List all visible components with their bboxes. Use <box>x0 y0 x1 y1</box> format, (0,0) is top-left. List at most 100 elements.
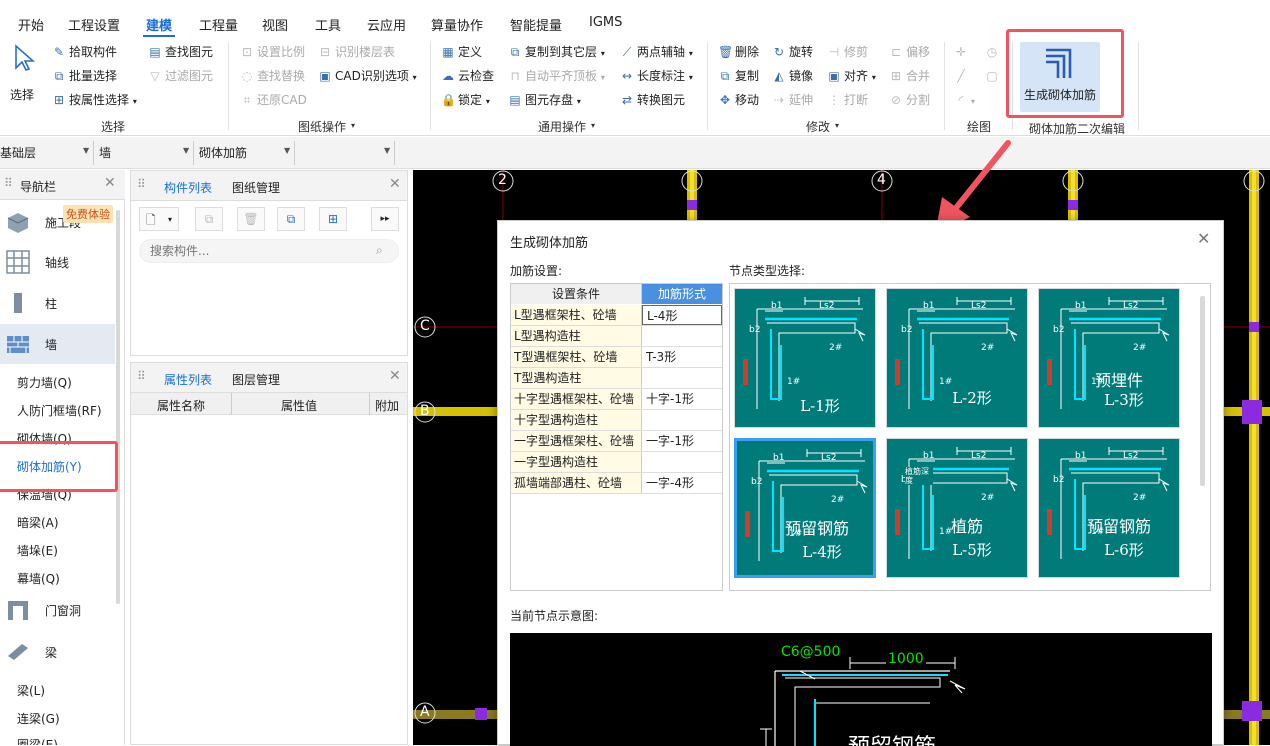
align-button[interactable]: ▣ 对齐 ▾ <box>827 68 876 86</box>
define-button[interactable]: ▦ 定义 <box>441 44 482 60</box>
menu-tools[interactable]: 工具 <box>315 15 341 34</box>
delete-button[interactable]: 🗑 删除 <box>718 44 759 60</box>
nav-item-wall-pier[interactable]: 墙垛(E) <box>17 542 58 559</box>
gallery-scrollbar[interactable] <box>1200 296 1205 486</box>
subtype-dropdown-icon[interactable]: ▼ <box>284 146 290 155</box>
select-tool-button[interactable]: 选择 <box>6 42 40 102</box>
recognize-floors-button[interactable]: ⊟ 识别楼层表 <box>318 44 395 60</box>
merge-button[interactable]: ⊞ 合并 <box>889 68 930 84</box>
nav-item-ring-beam[interactable]: 圈梁(E) <box>17 736 58 745</box>
cad-options-button[interactable]: ▣ CAD识别选项 ▾ <box>318 68 416 86</box>
menu-igms[interactable]: IGMS <box>589 15 622 30</box>
node-type-card[interactable]: b1 Ls2 b2 2# 1# L-2形 <box>886 288 1028 428</box>
extra-dropdown-icon[interactable]: ▼ <box>384 146 390 155</box>
row-rebar-form[interactable] <box>642 326 722 346</box>
menu-view[interactable]: 视图 <box>262 15 288 34</box>
nav-item-hidden-beam[interactable]: 暗梁(A) <box>17 514 59 531</box>
node-type-card[interactable]: b1Ls2b22#1#植筋深度植筋L-5形 <box>886 438 1028 578</box>
node-type-card[interactable]: b1 Ls2 b2 2# 1# 预埋件 L-3形 <box>1038 288 1180 428</box>
batch-select-button[interactable]: ⧉ 批量选择 <box>52 68 117 84</box>
menu-start[interactable]: 开始 <box>18 15 44 34</box>
menu-project-settings[interactable]: 工程设置 <box>68 15 120 34</box>
settings-table-row[interactable]: 孤墙端部遇柱、砼墙 一字-4形 <box>511 473 722 494</box>
copy-to-layer-button[interactable]: ⧉ 复制到其它层 ▾ <box>508 44 605 62</box>
menu-quantity[interactable]: 工程量 <box>199 15 238 34</box>
nav-item-curtain-wall[interactable]: 幕墙(Q) <box>17 570 60 587</box>
nav-category-axis[interactable]: 轴线 <box>0 242 115 282</box>
node-type-card[interactable]: b1 Ls2 b2 2# 1# 预留钢筋 L-4形 <box>734 438 876 578</box>
menu-smart[interactable]: 智能提量 <box>510 15 562 34</box>
nav-item-beam[interactable]: 梁(L) <box>17 682 45 699</box>
draw-point-button[interactable]: ✛ <box>954 44 971 60</box>
length-dim-button[interactable]: ↔ 长度标注 ▾ <box>620 68 693 86</box>
free-trial-badge[interactable]: 免费体验 <box>63 205 113 223</box>
copy-component-button[interactable]: ⧉ <box>195 207 223 231</box>
floor-select[interactable]: 基础层 <box>0 144 36 161</box>
node-type-card[interactable]: b1 Ls2 b2 2# 1# L-1形 <box>734 288 876 428</box>
nav-close-icon[interactable]: ✕ <box>104 175 116 191</box>
tab-component-list[interactable]: 构件列表 <box>164 179 212 196</box>
row-rebar-form[interactable]: 一字-4形 <box>642 473 722 493</box>
nav-category-section[interactable]: 施工段 免费体验 <box>0 202 115 242</box>
nav-item-coupling-beam[interactable]: 连梁(G) <box>17 710 60 727</box>
row-rebar-form[interactable]: T-3形 <box>642 347 722 367</box>
drag-handle-icon[interactable]: ⠿ <box>137 369 146 383</box>
settings-table-row[interactable]: 十字型遇框架柱、砼墙 十字-1形 <box>511 389 722 410</box>
menu-cloud[interactable]: 云应用 <box>367 15 406 34</box>
modify-group-expand-icon[interactable]: ▾ <box>835 121 839 130</box>
tab-layer-management[interactable]: 图层管理 <box>232 371 280 388</box>
copy-button[interactable]: ⧉ 复制 <box>718 68 759 84</box>
mirror-button[interactable]: ◭ 镜像 <box>772 68 813 84</box>
settings-table-row[interactable]: L型遇框架柱、砼墙 L-4形 <box>511 305 722 326</box>
drag-handle-icon[interactable]: ⠿ <box>4 176 13 190</box>
layer-copy-button[interactable]: ⧉ <box>277 207 305 231</box>
row-rebar-form[interactable]: 一字-1形 <box>642 431 722 451</box>
set-scale-button[interactable]: ⊡ 设置比例 <box>240 44 305 60</box>
cloud-check-button[interactable]: ☁ 云检查 <box>441 68 494 84</box>
nav-item-shear-wall[interactable]: 剪力墙(Q) <box>17 374 72 391</box>
rotate-button[interactable]: ↻ 旋转 <box>772 44 813 60</box>
type-select[interactable]: 墙 <box>99 144 111 161</box>
nav-category-wall[interactable]: 墙 <box>0 324 115 364</box>
sort-component-button[interactable]: ⊞ <box>319 207 347 231</box>
more-tools-button[interactable]: ▸▸ <box>371 207 399 231</box>
nav-item-civil-defense-wall[interactable]: 人防门框墙(RF) <box>17 402 102 419</box>
tab-attribute-list[interactable]: 属性列表 <box>164 371 212 388</box>
node-type-card[interactable]: b1 Ls2 b2 2# 1# 预留钢筋 L-6形 <box>1038 438 1180 578</box>
select-by-attr-button[interactable]: ⊞ 按属性选择 ▾ <box>52 92 137 110</box>
split-button[interactable]: ⊘ 分割 <box>889 92 930 108</box>
settings-table-row[interactable]: 一字型遇构造柱 <box>511 452 722 473</box>
offset-button[interactable]: ⊏ 偏移 <box>889 44 930 60</box>
attribute-panel-close-icon[interactable]: ✕ <box>389 368 401 384</box>
draw-circle-button[interactable]: ◷ <box>985 44 1002 60</box>
general-group-expand-icon[interactable]: ▾ <box>591 121 595 130</box>
auto-flat-button[interactable]: ⊓ 自动平齐顶板 ▾ <box>508 68 605 86</box>
restore-cad-button[interactable]: ⌗ 还原CAD <box>240 92 307 108</box>
new-component-button[interactable]: 🗋 ▾ <box>139 207 179 231</box>
break-button[interactable]: ⋮ 打断 <box>827 92 868 108</box>
draw-line-button[interactable]: ╱ <box>954 68 971 84</box>
filter-element-button[interactable]: ▽ 过滤图元 <box>148 68 213 84</box>
menu-modeling[interactable]: 建模 <box>146 15 172 34</box>
trim-button[interactable]: ⊣ 修剪 <box>827 44 868 60</box>
delete-component-button[interactable]: 🗑 <box>237 207 265 231</box>
pick-component-button[interactable]: ✎ 拾取构件 <box>52 44 117 60</box>
type-dropdown-icon[interactable]: ▼ <box>183 146 189 155</box>
draw-arc-button[interactable]: ◜ ▾ <box>954 92 975 110</box>
nav-category-column[interactable]: 柱 <box>0 283 115 323</box>
nav-category-openings[interactable]: 门窗洞 <box>0 590 115 630</box>
component-panel-close-icon[interactable]: ✕ <box>389 176 401 192</box>
settings-table-row[interactable]: T型遇构造柱 <box>511 368 722 389</box>
find-element-button[interactable]: ▤ 查找图元 <box>148 44 213 60</box>
tab-drawing-management[interactable]: 图纸管理 <box>232 179 280 196</box>
dialog-close-icon[interactable]: ✕ <box>1197 229 1210 248</box>
settings-table-row[interactable]: L型遇构造柱 <box>511 326 722 347</box>
component-search-input[interactable] <box>139 239 399 263</box>
floor-dropdown-icon[interactable]: ▼ <box>83 146 89 155</box>
two-point-axis-button[interactable]: ⟋ 两点辅轴 ▾ <box>620 44 693 62</box>
menu-collab[interactable]: 算量协作 <box>431 15 483 34</box>
settings-table-row[interactable]: 一字型遇框架柱、砼墙 一字-1形 <box>511 431 722 452</box>
nav-scrollbar[interactable] <box>116 210 120 604</box>
settings-table-row[interactable]: 十字型遇构造柱 <box>511 410 722 431</box>
row-rebar-form[interactable]: 十字-1形 <box>642 389 722 409</box>
